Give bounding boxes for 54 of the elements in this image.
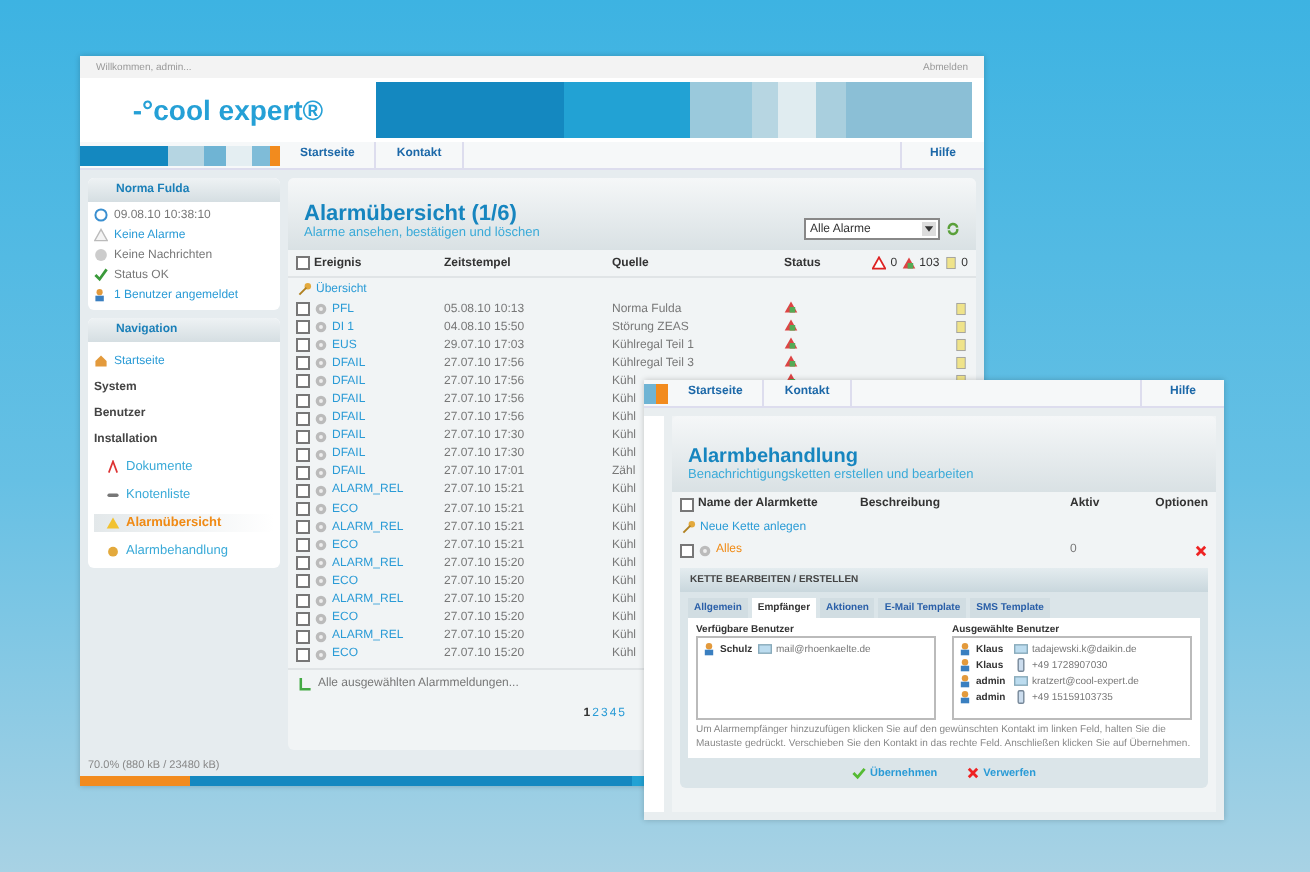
check-icon xyxy=(94,268,108,282)
row-checkbox[interactable] xyxy=(296,429,310,444)
alarm-icon xyxy=(784,354,798,369)
page-title: Alarmbehandlung xyxy=(688,446,861,468)
logo-text: -°cool expert® xyxy=(130,92,326,130)
row-checkbox[interactable] xyxy=(296,447,310,462)
refresh-icon[interactable] xyxy=(946,222,960,236)
alarm-icon xyxy=(901,256,916,270)
row-checkbox[interactable] xyxy=(296,647,310,662)
phone-icon xyxy=(1014,658,1028,672)
phone-icon xyxy=(1014,690,1028,704)
row-checkbox[interactable] xyxy=(680,543,694,557)
info-icon xyxy=(94,248,108,262)
user-icon xyxy=(702,642,716,656)
warning-icon xyxy=(872,256,887,270)
row-checkbox[interactable] xyxy=(296,302,310,317)
row-checkbox[interactable] xyxy=(296,320,310,335)
dropdown-caret-icon[interactable] xyxy=(922,222,936,236)
select-all-checkbox[interactable] xyxy=(680,497,694,511)
row-checkbox[interactable] xyxy=(296,574,310,589)
select-all-checkbox[interactable] xyxy=(296,256,310,270)
key-icon xyxy=(298,282,312,296)
row-checkbox[interactable] xyxy=(296,338,310,353)
warning-icon xyxy=(106,516,120,530)
gear-icon xyxy=(698,543,712,557)
row-checkbox[interactable] xyxy=(296,465,310,480)
alarm-icon xyxy=(784,300,798,315)
envelope-icon xyxy=(1014,642,1028,656)
envelope-icon xyxy=(1014,674,1028,688)
key-icon xyxy=(682,520,696,534)
users-icon xyxy=(94,288,108,302)
warn-icon xyxy=(94,228,108,242)
row-checkbox[interactable] xyxy=(296,356,310,371)
row-checkbox[interactable] xyxy=(296,593,310,608)
trash-icon xyxy=(943,256,958,270)
row-checkbox[interactable] xyxy=(296,611,310,626)
row-checkbox[interactable] xyxy=(296,483,310,498)
row-checkbox[interactable] xyxy=(296,520,310,535)
alarm-icon xyxy=(784,336,798,351)
alarm-icon xyxy=(784,318,798,333)
house-icon xyxy=(94,354,108,368)
row-checkbox[interactable] xyxy=(296,538,310,553)
color-strip xyxy=(644,383,668,403)
page-title: Alarmübersicht (1/6) xyxy=(304,202,519,226)
close-icon xyxy=(965,766,980,780)
row-checkbox[interactable] xyxy=(296,374,310,389)
row-checkbox[interactable] xyxy=(296,556,310,571)
row-checkbox[interactable] xyxy=(296,393,310,408)
envelope-icon xyxy=(758,642,772,656)
row-checkbox[interactable] xyxy=(296,411,310,426)
row-checkbox[interactable] xyxy=(296,629,310,644)
delete-icon[interactable] xyxy=(1194,543,1208,557)
row-checkbox[interactable] xyxy=(296,502,310,517)
check-icon xyxy=(852,766,867,780)
